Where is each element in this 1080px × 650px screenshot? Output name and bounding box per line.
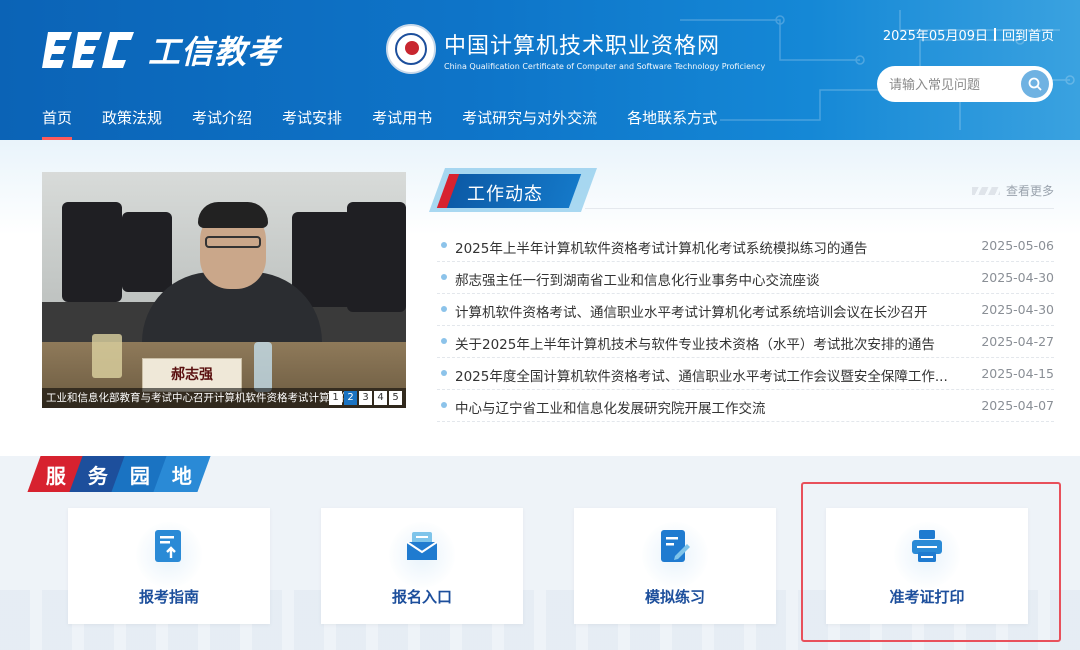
news-item[interactable]: 2025年度全国计算机软件资格考试、通信职业水平考试工作会议暨安全保障工作...… (437, 358, 1054, 390)
practice-icon (661, 530, 690, 562)
stripes-decoration (971, 186, 1000, 195)
news-item-date: 2025-04-30 (981, 270, 1054, 285)
nav-item-exam-books[interactable]: 考试用书 (372, 106, 432, 140)
nav-item-contacts[interactable]: 各地联系方式 (627, 106, 717, 140)
tea-cup (92, 334, 122, 378)
service-card-practice[interactable]: 模拟练习 (574, 508, 776, 624)
bullet-icon (441, 338, 447, 344)
chair (62, 202, 122, 302)
carousel-page-3[interactable]: 3 (359, 391, 372, 405)
news-item-title[interactable]: 关于2025年上半年计算机技术与软件专业技术资格（水平）考试批次安排的通告 (455, 333, 955, 353)
carousel-page-2[interactable]: 2 (344, 391, 357, 405)
news-list: 2025年上半年计算机软件资格考试计算机化考试系统模拟练习的通告 2025-05… (437, 230, 1054, 422)
news-carousel[interactable]: 郝志强 工业和信息化部教育与考试中心召开计算机软件资格考试计算机化 1 2 3 … (42, 172, 406, 408)
logo-text: 工信教考 (148, 33, 281, 71)
search-input[interactable] (889, 74, 1019, 94)
service-section-tag: 服 务 园 地 (27, 456, 211, 492)
bullet-icon (441, 306, 447, 312)
org-name-cn: 中国计算机技术职业资格网 (444, 33, 721, 59)
news-item-title[interactable]: 2025年度全国计算机软件资格考试、通信职业水平考试工作会议暨安全保障工作... (455, 365, 955, 385)
news-section-title: 工作动态 (467, 184, 543, 205)
site-header: 工信教考 中国计算机技术职业资格网 China Qualification Ce… (0, 0, 1080, 140)
divider (993, 28, 996, 41)
ceec-logo-icon (42, 32, 134, 68)
news-item-title[interactable]: 2025年上半年计算机软件资格考试计算机化考试系统模拟练习的通告 (455, 237, 955, 257)
news-item[interactable]: 郝志强主任一行到湖南省工业和信息化行业事务中心交流座谈 2025-04-30 (437, 262, 1054, 294)
news-item[interactable]: 计算机软件资格考试、通信职业水平考试计算机化考试系统培训会议在长沙召开 2025… (437, 294, 1054, 326)
chair (122, 212, 172, 292)
service-tag-char: 园 (130, 463, 150, 488)
nav-item-home[interactable]: 首页 (42, 106, 73, 140)
main-nav: 首页 政策法规 考试介绍 考试安排 考试用书 考试研究与对外交流 各地联系方式 (42, 106, 747, 140)
nav-item-policy[interactable]: 政策法规 (102, 106, 162, 140)
news-item-date: 2025-04-15 (981, 366, 1054, 381)
news-item-title[interactable]: 中心与辽宁省工业和信息化发展研究院开展工作交流 (455, 397, 955, 417)
news-item[interactable]: 2025年上半年计算机软件资格考试计算机化考试系统模拟练习的通告 2025-05… (437, 230, 1054, 262)
service-tag-char: 服 (46, 463, 66, 488)
news-header: 工作动态 查看更多 (428, 160, 1054, 212)
news-item-date: 2025-05-06 (981, 238, 1054, 253)
bullet-icon (441, 370, 447, 376)
news-item[interactable]: 中心与辽宁省工业和信息化发展研究院开展工作交流 2025-04-07 (437, 390, 1054, 422)
org-brand[interactable]: 中国计算机技术职业资格网 China Qualification Certifi… (386, 24, 765, 74)
search-icon (1028, 77, 1042, 91)
view-more-link[interactable]: 查看更多 (971, 182, 1054, 199)
search-button[interactable] (1021, 70, 1049, 98)
nameplate: 郝志强 (142, 358, 242, 392)
service-card-register[interactable]: 报名入口 (321, 508, 523, 624)
search-box (877, 66, 1053, 102)
top-links: 2025年05月09日 回到首页 (883, 25, 1054, 44)
current-date: 2025年05月09日 (882, 29, 988, 44)
service-card-label: 报考指南 (138, 588, 199, 606)
news-item-date: 2025-04-27 (981, 334, 1054, 349)
site-logo[interactable]: 工信教考 (42, 27, 280, 73)
nav-item-research[interactable]: 考试研究与对外交流 (462, 106, 597, 140)
service-tag-char: 地 (172, 463, 192, 488)
news-item-title[interactable]: 郝志强主任一行到湖南省工业和信息化行业事务中心交流座谈 (455, 269, 955, 289)
carousel-pager: 1 2 3 4 5 (329, 391, 402, 405)
service-card-label: 报名入口 (391, 588, 452, 606)
carousel-page-5[interactable]: 5 (389, 391, 402, 405)
org-seal-icon (386, 24, 436, 74)
guide-icon (155, 530, 181, 562)
news-item-date: 2025-04-07 (981, 398, 1054, 413)
bullet-icon (441, 242, 447, 248)
nav-item-exam-schedule[interactable]: 考试安排 (282, 106, 342, 140)
chair (347, 202, 406, 312)
nav-item-exam-intro[interactable]: 考试介绍 (192, 106, 252, 140)
service-tag-char: 务 (88, 463, 108, 488)
carousel-page-4[interactable]: 4 (374, 391, 387, 405)
news-item[interactable]: 关于2025年上半年计算机技术与软件专业技术资格（水平）考试批次安排的通告 20… (437, 326, 1054, 358)
news-section-tag: 工作动态 (428, 168, 598, 212)
register-icon (406, 532, 438, 560)
news-item-title[interactable]: 计算机软件资格考试、通信职业水平考试计算机化考试系统培训会议在长沙召开 (455, 301, 955, 321)
bullet-icon (441, 402, 447, 408)
org-name-en: China Qualification Certificate of Compu… (444, 61, 766, 71)
org-text: 中国计算机技术职业资格网 China Qualification Certifi… (444, 28, 765, 71)
bullet-icon (441, 274, 447, 280)
home-link[interactable]: 回到首页 (1002, 25, 1054, 44)
water-bottle (254, 342, 272, 392)
highlight-frame (801, 482, 1061, 642)
service-card-label: 模拟练习 (644, 588, 705, 606)
service-card-guide[interactable]: 报考指南 (68, 508, 270, 624)
news-item-date: 2025-04-30 (981, 302, 1054, 317)
carousel-page-1[interactable]: 1 (329, 391, 342, 405)
view-more-label: 查看更多 (1005, 184, 1054, 198)
